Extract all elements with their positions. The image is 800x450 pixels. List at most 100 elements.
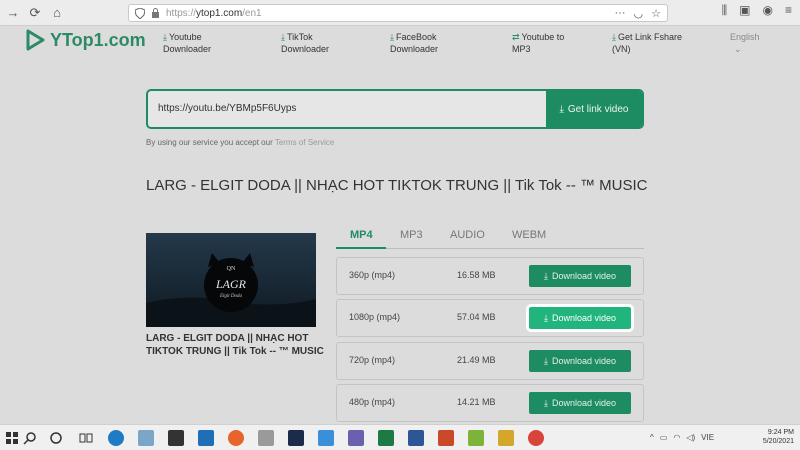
format-row: 1080p (mp4) 57.04 MB ⤓ Download video (336, 299, 644, 337)
quality-label: 360p (mp4) (349, 270, 396, 280)
nav-tiktok-downloader[interactable]: ⤓ TikTok Downloader (281, 31, 329, 55)
download-icon: ⤓ (163, 32, 167, 42)
excel-icon[interactable] (378, 430, 394, 446)
nav-get-link-fshare[interactable]: ⤓ Get Link Fshare (VN) (612, 31, 682, 55)
download-icon: ⤓ (281, 32, 285, 42)
video-url-input[interactable] (158, 91, 538, 127)
wifi-icon[interactable]: ◠ (673, 433, 680, 442)
chevron-up-icon[interactable]: ^ (650, 433, 654, 442)
logo[interactable]: YTop1.com (24, 29, 146, 51)
mail-icon[interactable] (198, 430, 214, 446)
account-icon[interactable]: ◉ (763, 3, 773, 18)
app-icon[interactable] (468, 430, 484, 446)
system-tray: ^ ▭ ◠ ◁) VIE (650, 433, 714, 442)
download-label: Download video (551, 398, 617, 408)
file-size: 16.58 MB (457, 270, 496, 280)
nav-label-1: Youtube to (521, 32, 565, 42)
language-select[interactable]: English ⌄ (730, 31, 760, 55)
vpn-icon[interactable] (348, 430, 364, 446)
clock-date: 5/20/2021 (762, 438, 794, 445)
network-app-icon[interactable] (138, 430, 154, 446)
file-size: 14.21 MB (457, 397, 496, 407)
download-label: Download video (551, 313, 617, 323)
bookmark-star-icon[interactable]: ☆ (651, 7, 661, 20)
nav-label-1: TikTok (286, 32, 313, 42)
volume-icon[interactable]: ◁) (686, 433, 695, 442)
tab-mp4[interactable]: MP4 (350, 229, 373, 241)
logo-text: YTop1.com (50, 29, 146, 50)
thumb-main-text: LAGR (215, 277, 247, 291)
download-label: Download video (551, 356, 617, 366)
sidebar-icon[interactable]: ▣ (739, 3, 750, 18)
nav-label-2: Downloader (163, 44, 212, 54)
firefox-icon[interactable] (228, 430, 244, 446)
video-caption: LARG - ELGIT DODA || NHẠC HOT TIKTOK TRU… (146, 333, 324, 357)
video-thumbnail[interactable]: QN LAGR Elgit Doda (146, 233, 316, 327)
format-row: 480p (mp4) 14.21 MB ⤓ Download video (336, 384, 644, 422)
download-video-button[interactable]: ⤓ Download video (529, 392, 631, 414)
battery-icon[interactable]: ▭ (660, 433, 668, 442)
paint-icon[interactable] (498, 430, 514, 446)
taskbar: ^ ▭ ◠ ◁) VIE 9:24 PM 5/20/2021 (0, 424, 800, 450)
nav-youtube-downloader[interactable]: ⤓ Youtube Downloader (163, 31, 211, 55)
thumb-top-text: QN (227, 266, 236, 272)
word-icon[interactable] (408, 430, 424, 446)
forward-icon[interactable]: → (2, 2, 24, 24)
terms-text: By using our service you accept our (146, 138, 273, 147)
nav-facebook-downloader[interactable]: ⤓ FaceBook Downloader (390, 31, 438, 55)
nav-label-2: (VN) (612, 44, 631, 54)
download-icon: ⤓ (559, 103, 564, 115)
nav-label-2: MP3 (512, 44, 531, 54)
thumb-sub-text: Elgit Doda (219, 294, 243, 299)
photoshop-icon[interactable] (288, 430, 304, 446)
address-bar[interactable]: https://ytop1.com/en1 ··· ◡ ☆ (128, 4, 668, 22)
url-prefix: https:// (166, 7, 197, 19)
clock-time: 9:24 PM (767, 429, 794, 436)
task-view-icon[interactable] (78, 430, 94, 446)
powerpoint-icon[interactable] (438, 430, 454, 446)
format-row: 720p (mp4) 21.49 MB ⤓ Download video (336, 342, 644, 380)
nav-label-2: Downloader (281, 44, 330, 54)
input-language[interactable]: VIE (701, 433, 714, 442)
get-link-label: Get link video (567, 103, 629, 115)
pocket-icon[interactable]: ◡ (634, 7, 644, 20)
terms-link[interactable]: Terms of Service (275, 138, 335, 147)
tab-mp3[interactable]: MP3 (400, 229, 423, 241)
download-video-button[interactable]: ⤓ Download video (529, 265, 631, 287)
page: YTop1.com ⤓ Youtube Downloader ⤓ TikTok Do… (0, 26, 800, 424)
video-title: LARG - ELGIT DODA || NHẠC HOT TIKTOK TRU… (146, 177, 648, 194)
menu-icon[interactable]: ≡ (785, 3, 792, 18)
nav-youtube-to-mp3[interactable]: ⇄ Youtube to MP3 (512, 31, 564, 55)
get-link-button[interactable]: ⤓ Get link video (546, 91, 642, 127)
library-icon[interactable]: ⫼ (722, 3, 728, 18)
reload-icon[interactable]: ⟳ (24, 2, 46, 24)
clock[interactable]: 9:24 PM 5/20/2021 (763, 428, 794, 446)
quality-label: 1080p (mp4) (349, 312, 401, 322)
windows-start-icon[interactable] (4, 430, 20, 446)
file-size: 57.04 MB (457, 312, 496, 322)
search-box: ⤓ Get link video (146, 89, 644, 129)
url-path: /en1 (242, 7, 262, 19)
terms-notice: By using our service you accept our Term… (146, 138, 334, 147)
download-icon: ⤓ (543, 355, 548, 366)
cortana-icon[interactable] (48, 430, 64, 446)
snipping-tool-icon[interactable] (258, 430, 274, 446)
file-size: 21.49 MB (457, 355, 496, 365)
download-label: Download video (551, 271, 617, 281)
store-icon[interactable] (168, 430, 184, 446)
tab-webm[interactable]: WEBM (512, 229, 546, 241)
language-label: English (730, 32, 760, 42)
tab-audio[interactable]: AUDIO (450, 229, 485, 241)
chevron-down-icon: ⌄ (734, 44, 742, 54)
download-video-button[interactable]: ⤓ Download video (529, 350, 631, 372)
more-icon[interactable]: ··· (615, 7, 626, 20)
format-tabs: MP4 MP3 AUDIO WEBM (336, 225, 644, 249)
nav-label-1: Get Link Fshare (617, 32, 683, 42)
chrome-icon[interactable] (528, 430, 544, 446)
search-icon[interactable] (22, 430, 38, 446)
download-video-button[interactable]: ⤓ Download video (526, 304, 634, 332)
edge-icon[interactable] (108, 430, 124, 446)
home-icon[interactable]: ⌂ (46, 2, 68, 24)
convert-icon: ⇄ (512, 32, 520, 42)
zalo-icon[interactable] (318, 430, 334, 446)
